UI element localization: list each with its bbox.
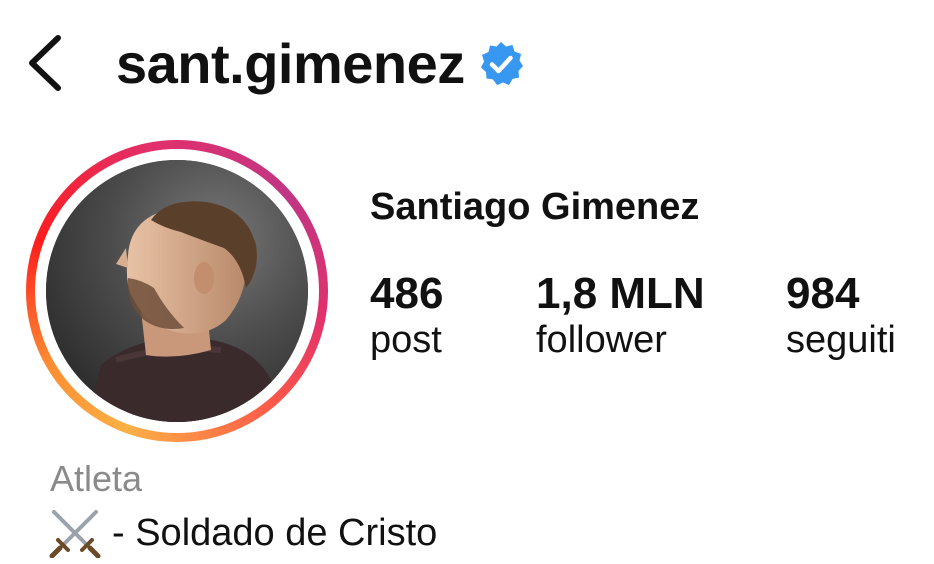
verified-badge-icon xyxy=(480,42,523,85)
full-name: Santiago Gimenez xyxy=(370,186,700,228)
profile-category: Atleta xyxy=(50,458,143,499)
stat-label: follower xyxy=(536,319,667,362)
bio-line: - Soldado de Cristo xyxy=(48,508,437,558)
stat-following[interactable]: 984 seguiti xyxy=(786,269,896,364)
stat-label: post xyxy=(370,319,442,362)
username: sant.gimenez xyxy=(116,32,465,95)
stat-label: seguiti xyxy=(786,319,896,362)
stat-value: 1,8 MLN xyxy=(536,269,705,318)
avatar-photo-illustration xyxy=(46,160,308,422)
stat-value: 984 xyxy=(786,269,860,318)
stat-value: 486 xyxy=(370,269,444,318)
username-row: sant.gimenez xyxy=(116,24,525,104)
stat-posts[interactable]: 486 post xyxy=(370,269,444,364)
crossed-swords-icon xyxy=(49,510,101,558)
profile-header: sant.gimenez xyxy=(0,0,934,130)
stat-followers[interactable]: 1,8 MLN follower xyxy=(536,269,705,364)
back-arrow-icon[interactable] xyxy=(22,30,72,96)
avatar-story-ring[interactable] xyxy=(26,140,328,442)
bio-text: - Soldado de Cristo xyxy=(112,511,438,554)
avatar xyxy=(46,160,308,422)
